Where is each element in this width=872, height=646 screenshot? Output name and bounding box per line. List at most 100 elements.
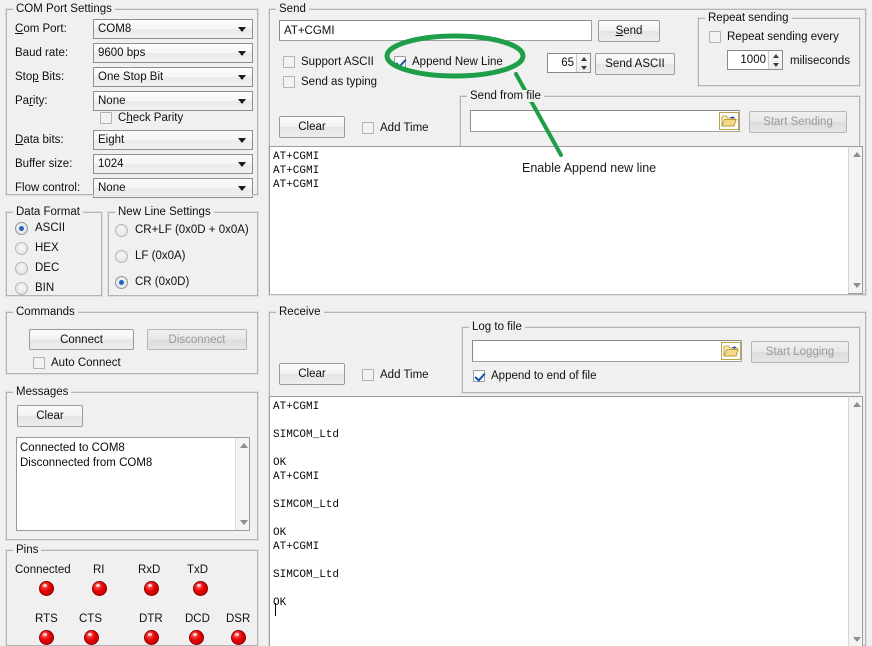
log-to-file-group: Log to file Start Logging Append to end … [462,327,860,393]
radio-newline-lf[interactable]: LF (0x0A) [115,249,186,263]
pin-led-dsr [231,630,246,645]
combo-parity[interactable]: None [93,91,253,111]
send-log-line: AT+CGMI [273,151,319,163]
repeat-interval-spinner[interactable]: 1000 [727,50,783,70]
send-clear-button[interactable]: Clear [279,116,345,138]
chevron-down-icon [238,138,246,143]
send-from-file-group: Send from file Start Sending [460,96,860,150]
start-logging-button-label: Start Logging [766,346,834,358]
start-logging-button[interactable]: Start Logging [751,341,849,363]
spinner-up-icon[interactable] [577,54,590,63]
send-command-input[interactable]: AT+CGMI [279,20,592,41]
combo-com-port[interactable]: COM8 [93,19,253,39]
spinner-buttons[interactable] [576,54,590,72]
com-port-settings-group: COM Port Settings Com Port: COM8 Baud ra… [6,9,258,195]
radio-label: BIN [35,281,54,295]
checkbox-box [473,370,485,382]
disconnect-button-label: Disconnect [169,334,226,346]
pin-label-connected: Connected [15,563,71,577]
spinner-buttons[interactable] [768,51,782,69]
label-baud-rate: Baud rate: [15,46,68,60]
send-log-scrollbar[interactable] [848,146,863,294]
send-from-file-path-input[interactable] [470,110,740,132]
radio-newline-crlf[interactable]: CR+LF (0x0D + 0x0A) [115,223,249,237]
chevron-down-icon [238,51,246,56]
label-com-port: Com Port: [15,22,67,36]
scroll-up-arrow-icon[interactable] [849,147,864,162]
radio-label: DEC [35,261,59,275]
combo-data-bits[interactable]: Eight [93,130,253,150]
checkbox-send-add-time[interactable]: Add Time [362,121,429,135]
checkbox-check-parity-label: Check Parity [118,111,183,125]
checkbox-auto-connect-label: Auto Connect [51,356,121,370]
radio-newline-cr[interactable]: CR (0x0D) [115,275,189,289]
messages-scrollbar[interactable] [235,438,249,530]
disconnect-button[interactable]: Disconnect [147,329,247,350]
spinner-down-icon[interactable] [577,63,590,72]
radio-label: CR (0x0D) [135,275,189,289]
checkbox-send-as-typing[interactable]: Send as typing [283,75,377,89]
receive-clear-button[interactable]: Clear [279,363,345,385]
pin-label-rxd: RxD [138,563,160,577]
connect-button[interactable]: Connect [29,329,134,350]
scroll-down-arrow-icon[interactable] [849,632,864,646]
scroll-down-arrow-icon[interactable] [236,515,251,530]
scroll-up-arrow-icon[interactable] [236,438,251,453]
combo-stop-bits[interactable]: One Stop Bit [93,67,253,87]
combo-buffer-size[interactable]: 1024 [93,154,253,174]
chevron-down-icon [238,99,246,104]
spinner-up-icon[interactable] [769,51,782,60]
pin-led-rxd [144,581,159,596]
send-button-label: Send [616,25,643,37]
scroll-up-arrow-icon[interactable] [849,397,864,412]
receive-log-scrollbar[interactable] [848,396,863,646]
pin-label-dsr: DSR [226,612,250,626]
send-button[interactable]: Send [598,20,660,42]
send-clear-label: Clear [298,121,325,133]
checkbox-send-as-typing-label: Send as typing [301,75,377,89]
send-ascii-button[interactable]: Send ASCII [595,53,675,75]
checkbox-repeat-sending[interactable]: Repeat sending every [709,30,839,44]
folder-open-icon[interactable] [719,112,739,130]
log-to-file-path-input[interactable] [472,340,742,362]
checkbox-append-new-line[interactable]: Append New Line [394,55,503,69]
messages-log[interactable]: Connected to COM8Disconnected from COM8 [16,437,250,531]
messages-log-line: Disconnected from COM8 [20,457,152,469]
checkbox-auto-connect[interactable]: Auto Connect [33,356,121,370]
radio-data-format-hex[interactable]: HEX [15,241,59,255]
pin-label-rts: RTS [35,612,58,626]
label-stop-bits: Stop Bits: [15,70,64,84]
pin-led-dcd [189,630,204,645]
annotation-text: Enable Append new line [522,161,656,175]
messages-title: Messages [13,386,71,398]
start-sending-button[interactable]: Start Sending [749,111,847,133]
combo-flow-control[interactable]: None [93,178,253,198]
chevron-down-icon [238,186,246,191]
scroll-down-arrow-icon[interactable] [849,278,864,293]
new-line-settings-group: New Line Settings CR+LF (0x0D + 0x0A) LF… [108,212,258,296]
checkbox-box [100,112,112,124]
checkbox-box [362,369,374,381]
checkbox-append-to-end-of-file[interactable]: Append to end of file [473,369,597,383]
pins-title: Pins [13,544,41,556]
radio-circle [15,262,28,275]
checkbox-support-ascii[interactable]: Support ASCII [283,55,374,69]
combo-com-port-value: COM8 [98,20,131,38]
checkbox-check-parity[interactable]: Check Parity [100,111,183,125]
pin-label-ri: RI [93,563,105,577]
receive-log[interactable]: AT+CGMI SIMCOM_Ltd OK AT+CGMI SIMCOM_Ltd… [269,396,851,646]
start-sending-button-label: Start Sending [763,116,833,128]
messages-clear-button[interactable]: Clear [17,405,83,427]
radio-data-format-ascii[interactable]: ASCII [15,221,65,235]
checkbox-receive-add-time[interactable]: Add Time [362,368,429,382]
spinner-down-icon[interactable] [769,60,782,69]
folder-open-icon[interactable] [721,342,741,360]
radio-label: CR+LF (0x0D + 0x0A) [135,223,249,237]
radio-data-format-dec[interactable]: DEC [15,261,59,275]
radio-data-format-bin[interactable]: BIN [15,281,54,295]
combo-baud-rate[interactable]: 9600 bps [93,43,253,63]
label-flow-control: Flow control: [15,181,80,195]
send-title: Send [276,3,309,15]
ascii-code-spinner[interactable]: 65 [547,53,591,73]
combo-baud-rate-value: 9600 bps [98,44,145,62]
